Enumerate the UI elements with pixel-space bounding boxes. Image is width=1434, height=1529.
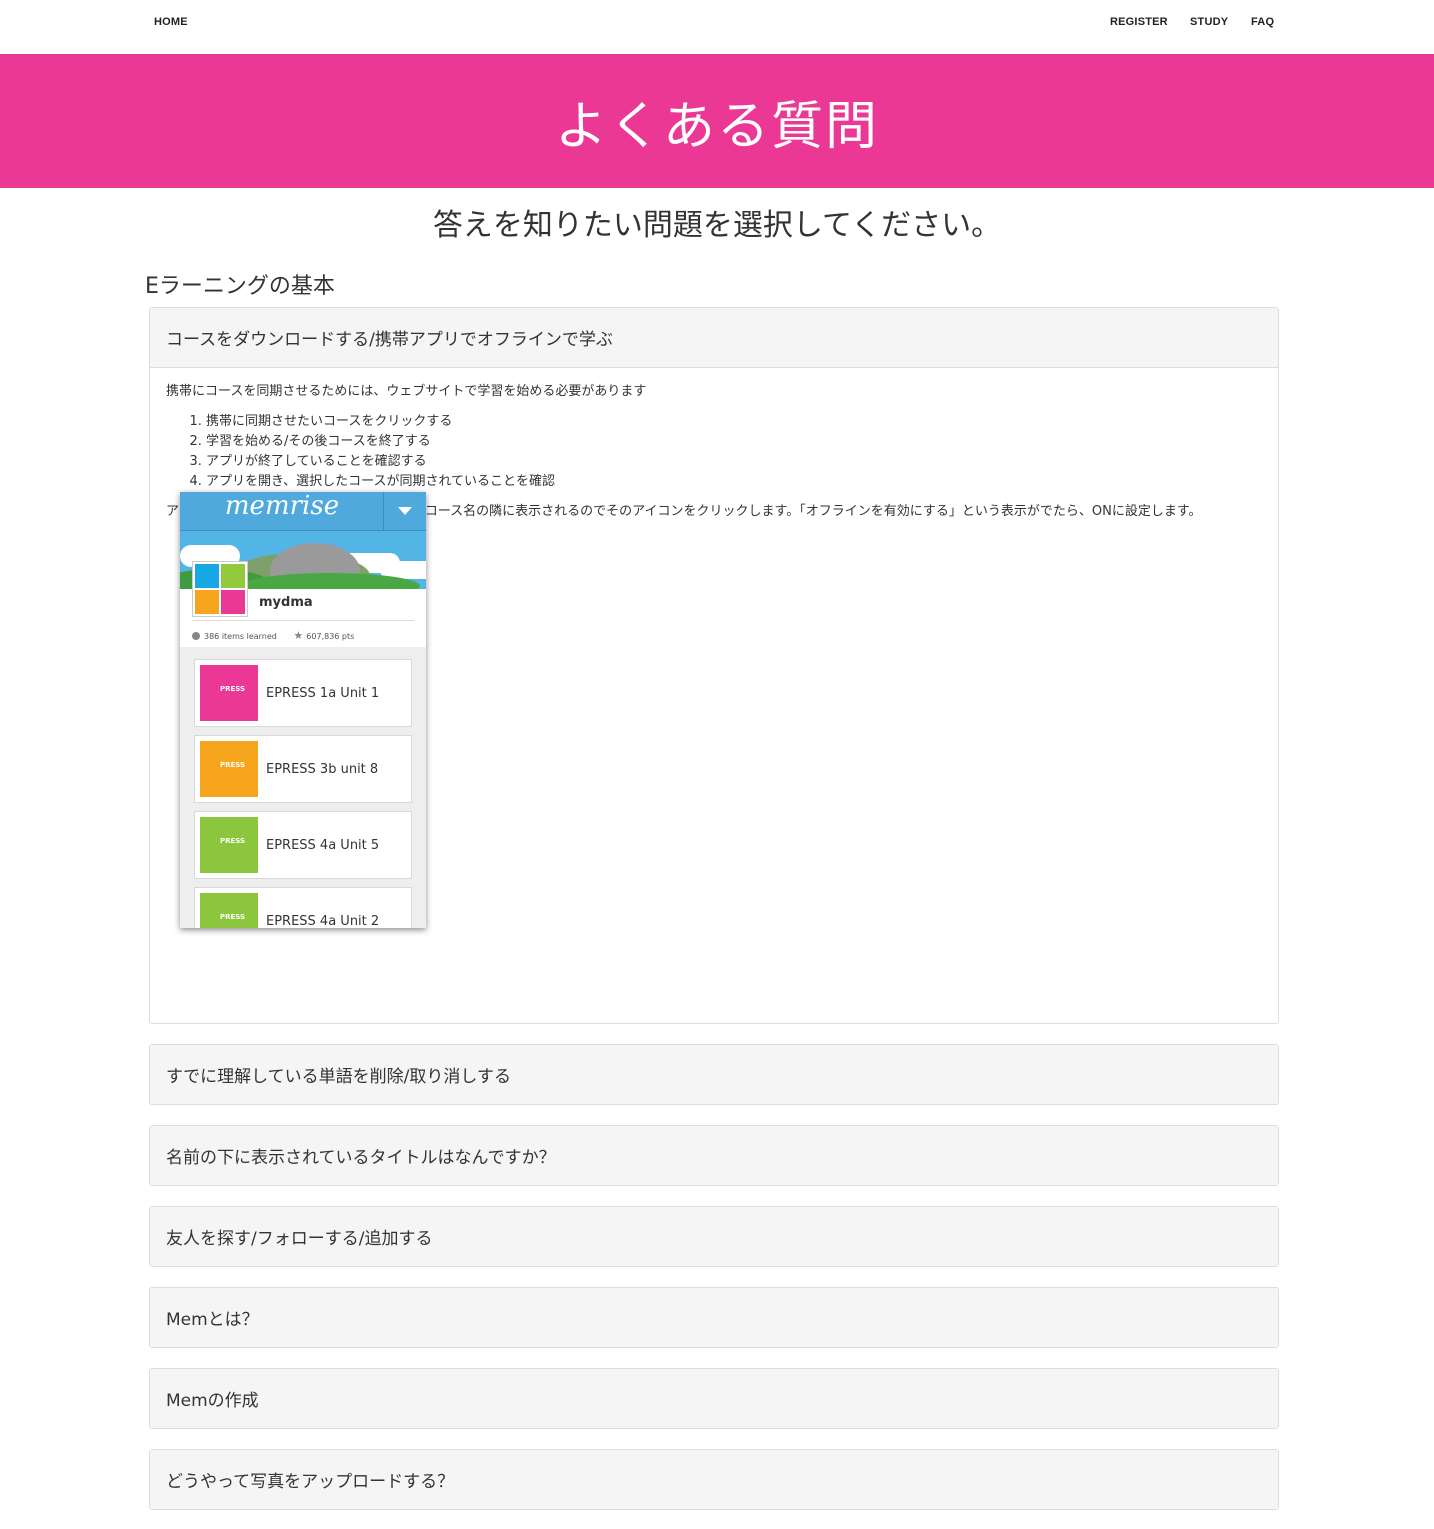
nav-home[interactable]: HOME — [154, 16, 188, 28]
faq-question[interactable]: 友人を探す/フォローする/追加する — [150, 1207, 1278, 1266]
answer-step: 学習を始める/その後コースを終了する — [206, 432, 1262, 452]
faq-question[interactable]: Memとは？ — [150, 1288, 1278, 1347]
faq-banner: よくある質問 — [0, 54, 1434, 188]
faq-question[interactable]: 名前の下に表示されているタイトルはなんですか？ — [150, 1126, 1278, 1185]
star-icon: ★ — [293, 629, 304, 642]
answer-intro: 携帯にコースを同期させるためには、ウェブサイトで学習を始める必要があります — [166, 384, 647, 399]
avatar — [192, 561, 248, 617]
course-list: PRESS EPRESS 1a Unit 1 PRESS EPRESS 3b u… — [180, 647, 426, 928]
flower-icon — [192, 632, 200, 640]
course-thumbnail: PRESS — [200, 665, 258, 721]
answer-step: アプリを開き、選択したコースが同期されていることを確認 — [206, 472, 1262, 492]
section-title: Eラーニングの基本 — [145, 274, 335, 299]
course-name: EPRESS 4a Unit 5 — [266, 838, 380, 853]
course-thumbnail: PRESS — [200, 741, 258, 797]
course-item: PRESS EPRESS 3b unit 8 — [194, 735, 412, 803]
nav-faq[interactable]: FAQ — [1251, 16, 1274, 28]
top-nav: HOME REGISTER STUDY FAQ — [0, 0, 1434, 54]
faq-panel: どうやって写真をアップロードする？ — [149, 1449, 1279, 1510]
course-name: EPRESS 4a Unit 2 — [266, 914, 380, 928]
username: mydma — [259, 595, 313, 610]
faq-panel: Memとは？ — [149, 1287, 1279, 1348]
nav-study[interactable]: STUDY — [1190, 16, 1228, 28]
page-title: よくある質問 — [554, 96, 879, 157]
memrise-logo: memrise — [224, 492, 340, 521]
course-item: PRESS EPRESS 4a Unit 2 — [194, 887, 412, 928]
points: 607,836 pts — [306, 632, 355, 641]
course-thumbnail: PRESS — [200, 893, 258, 928]
faq-answer-download: 携帯にコースを同期させるためには、ウェブサイトで学習を始める必要があります 携帯… — [150, 368, 1278, 928]
course-item: PRESS EPRESS 4a Unit 5 — [194, 811, 412, 879]
faq-panel-download: コースをダウンロードする/携帯アプリでオフラインで学ぶ 携帯にコースを同期させる… — [149, 307, 1279, 1024]
faq-question[interactable]: すでに理解している単語を削除/取り消しする — [150, 1045, 1278, 1104]
faq-question[interactable]: どうやって写真をアップロードする？ — [150, 1450, 1278, 1509]
course-name: EPRESS 1a Unit 1 — [266, 686, 380, 701]
profile-card: mydma 386 items learned ★ 607,836 pts — [180, 561, 426, 647]
course-name: EPRESS 3b unit 8 — [266, 762, 379, 777]
course-thumbnail: PRESS — [200, 817, 258, 873]
answer-step: 携帯に同期させたいコースをクリックする — [206, 412, 1262, 432]
answer-steps: 携帯に同期させたいコースをクリックする 学習を始める/その後コースを終了する ア… — [166, 412, 1262, 492]
faq-panel: 友人を探す/フォローする/追加する — [149, 1206, 1279, 1267]
faq-question-download[interactable]: コースをダウンロードする/携帯アプリでオフラインで学ぶ — [150, 308, 1278, 368]
app-header: memrise — [180, 492, 426, 531]
nav-register[interactable]: REGISTER — [1110, 16, 1168, 28]
faq-panel: 名前の下に表示されているタイトルはなんですか？ — [149, 1125, 1279, 1186]
items-learned: 386 items learned — [204, 632, 277, 641]
app-screenshot: memrise mydma 386 items learned ★ 607,83… — [180, 492, 426, 928]
answer-step: アプリが終了していることを確認する — [206, 452, 1262, 472]
faq-question[interactable]: Memの作成 — [150, 1369, 1278, 1428]
profile-stats: 386 items learned ★ 607,836 pts — [192, 620, 414, 647]
faq-panel: すでに理解している単語を削除/取り消しする — [149, 1044, 1279, 1105]
faq-panel: Memの作成 — [149, 1368, 1279, 1429]
course-item: PRESS EPRESS 1a Unit 1 — [194, 659, 412, 727]
page-subtitle: 答えを知りたい問題を選択してください。 — [432, 208, 1002, 243]
dropdown-arrow-icon — [383, 492, 426, 530]
